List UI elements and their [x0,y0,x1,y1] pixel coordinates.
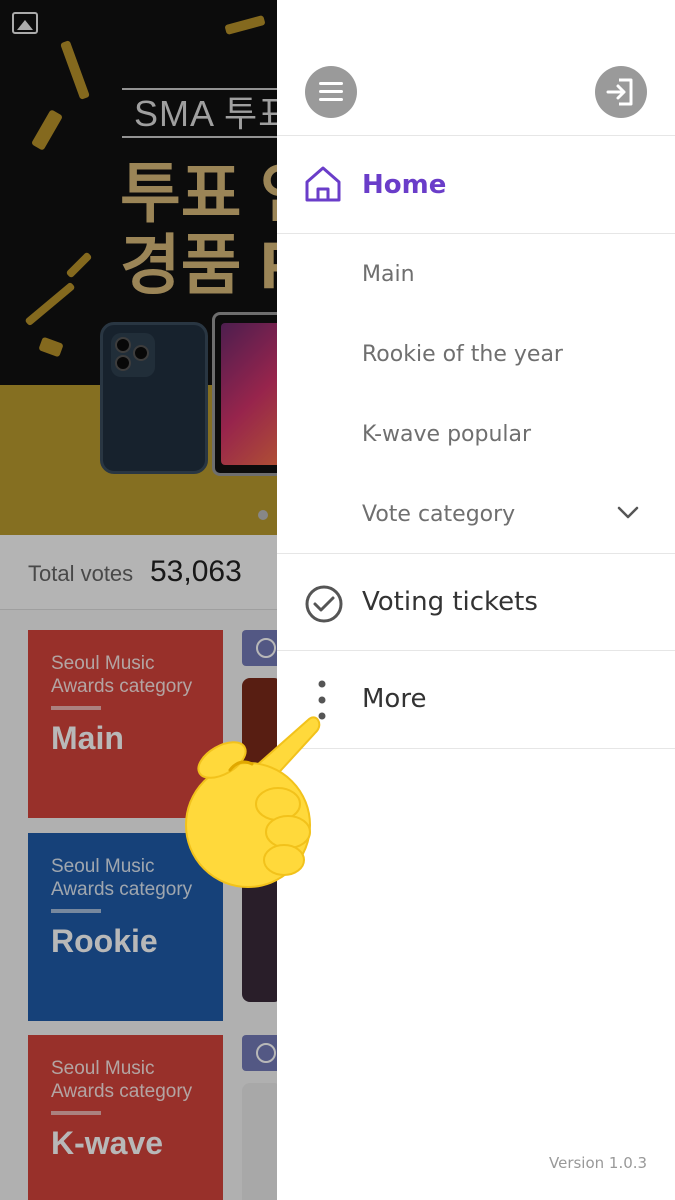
nav-voting-label: Voting tickets [362,587,538,617]
home-icon [305,166,341,202]
login-icon [606,78,633,106]
nav-sub-main[interactable]: Main [362,262,415,287]
hamburger-icon [319,82,343,85]
nav-sub-kwave[interactable]: K-wave popular [362,422,531,447]
nav-more-label: More [362,684,427,714]
nav-vote-category[interactable]: Vote category [362,502,515,527]
nav-more[interactable]: More [277,652,675,749]
nav-home-label: Home [362,170,447,200]
nav-home[interactable]: Home [277,136,675,234]
screen: SMA 투표 투표 인 경품 F Total votes 53,063 Seou… [0,0,675,1200]
nav-voting-tickets[interactable]: Voting tickets [277,554,675,651]
check-circle-icon [305,585,343,623]
nav-sub-rookie[interactable]: Rookie of the year [362,342,563,367]
pointing-hand-emoji [185,716,321,888]
drawer-header [277,0,675,136]
navigation-drawer: Home Main Rookie of the year K-wave popu… [277,0,675,1200]
app-version: Version 1.0.3 [549,1154,648,1172]
login-button[interactable] [595,66,647,118]
menu-button[interactable] [305,66,357,118]
chevron-down-icon[interactable] [615,500,641,526]
